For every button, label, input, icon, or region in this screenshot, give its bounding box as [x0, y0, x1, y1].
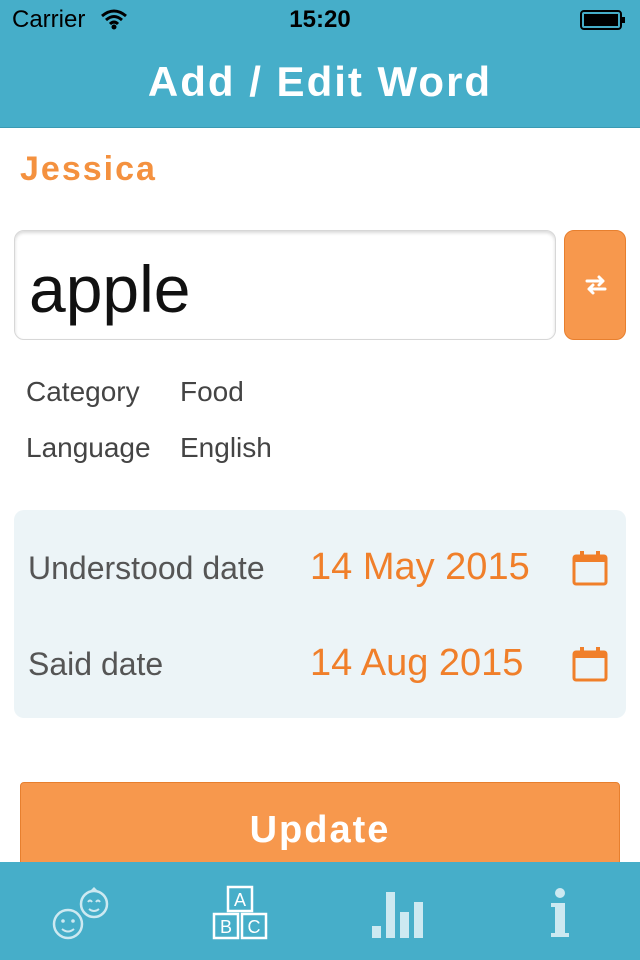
page-title: Add / Edit Word — [147, 58, 493, 105]
understood-date-value[interactable]: 14 May 2015 — [310, 546, 530, 589]
tab-children[interactable] — [0, 862, 160, 960]
tab-info[interactable] — [480, 862, 640, 960]
tab-bar: A B C — [0, 862, 640, 960]
said-date-label: Said date — [28, 646, 164, 682]
word-input-value: apple — [29, 252, 191, 326]
header-bar: Carrier 15:20 Add / Edit Word — [0, 0, 640, 128]
svg-text:A: A — [234, 890, 246, 910]
understood-date-label: Understood date — [28, 550, 265, 586]
children-icon — [52, 887, 109, 940]
word-input[interactable]: apple — [14, 230, 556, 340]
said-date-value[interactable]: 14 Aug 2015 — [310, 642, 523, 685]
calendar-icon[interactable] — [572, 550, 608, 586]
category-label: Category — [26, 376, 140, 407]
tab-words[interactable]: A B C — [160, 862, 320, 960]
status-bar: Carrier 15:20 — [0, 0, 640, 40]
battery-icon — [580, 10, 625, 30]
info-icon — [551, 888, 569, 937]
category-value[interactable]: Food — [180, 376, 244, 408]
svg-text:B: B — [220, 917, 232, 937]
svg-text:C: C — [248, 917, 261, 937]
dates-panel: Understood date 14 May 2015 Said date 14… — [14, 510, 626, 718]
language-label: Language — [26, 432, 151, 463]
abc-blocks-icon: A B C — [212, 885, 268, 940]
bar-chart-icon — [372, 892, 423, 938]
swap-arrows-icon — [585, 275, 607, 295]
tab-stats[interactable] — [320, 862, 480, 960]
status-time: 15:20 — [289, 6, 351, 33]
swap-button[interactable] — [564, 230, 626, 340]
child-name: Jessica — [20, 150, 157, 188]
calendar-icon[interactable] — [572, 646, 608, 682]
language-value[interactable]: English — [180, 432, 272, 464]
